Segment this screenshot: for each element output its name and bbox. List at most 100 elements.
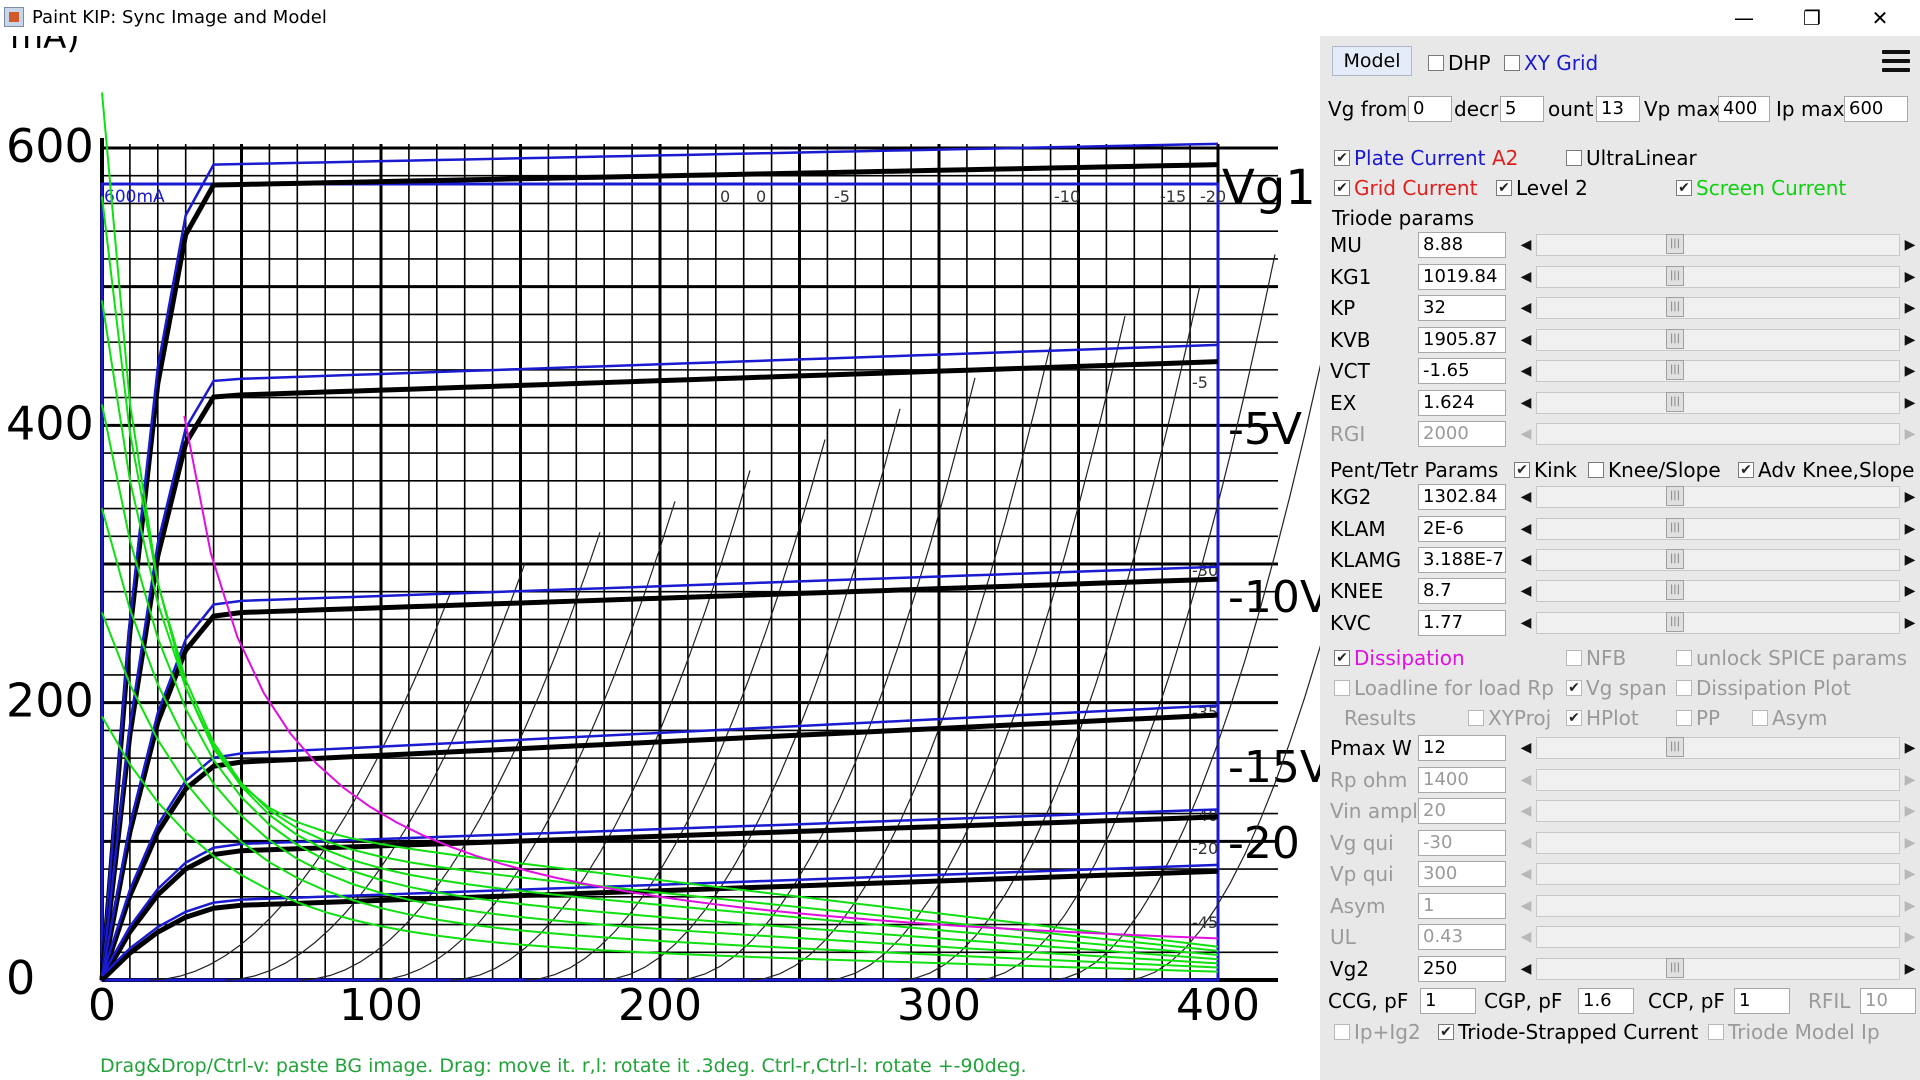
scroll-right-icon[interactable]: ▶ — [1900, 580, 1920, 602]
xy-grid-checkbox[interactable] — [1504, 55, 1520, 71]
ccp-input[interactable]: 1 — [1734, 988, 1790, 1014]
param-kvb-slider[interactable]: ◀ ▶ ||| — [1516, 327, 1920, 353]
param-kp-field[interactable]: 32 — [1418, 295, 1506, 321]
param-vct-field[interactable]: -1.65 — [1418, 358, 1506, 384]
triode-model-ip-checkbox[interactable] — [1708, 1024, 1724, 1040]
triode-strapped-current-checkbox[interactable]: ✔ — [1438, 1024, 1454, 1040]
scroll-left-icon[interactable]: ◀ — [1516, 518, 1536, 540]
grid-current-checkbox[interactable]: ✔ — [1334, 180, 1350, 196]
scroll-right-icon[interactable]: ▶ — [1900, 297, 1920, 319]
scroll-left-icon[interactable]: ◀ — [1516, 392, 1536, 414]
scroll-right-icon[interactable]: ▶ — [1900, 737, 1920, 759]
maximize-button[interactable]: ❐ — [1780, 0, 1844, 36]
param-klam-field[interactable]: 2E-6 — [1418, 516, 1506, 542]
dhp-checkbox[interactable] — [1428, 55, 1444, 71]
slider-thumb[interactable]: ||| — [1666, 518, 1684, 538]
scroll-left-icon[interactable]: ◀ — [1516, 486, 1536, 508]
kink-checkbox[interactable]: ✔ — [1514, 462, 1530, 478]
slider-thumb[interactable]: ||| — [1666, 266, 1684, 286]
scroll-right-icon[interactable]: ▶ — [1900, 518, 1920, 540]
pp-checkbox[interactable] — [1676, 710, 1692, 726]
param-mu-slider[interactable]: ◀ ▶ ||| — [1516, 232, 1920, 258]
scroll-right-icon[interactable]: ▶ — [1900, 958, 1920, 980]
param-kg1-field[interactable]: 1019.84 — [1418, 264, 1506, 290]
adv-knee-slope-checkbox[interactable]: ✔ — [1738, 462, 1754, 478]
scroll-right-icon[interactable]: ▶ — [1900, 612, 1920, 634]
vg-span-checkbox[interactable]: ✔ — [1566, 680, 1582, 696]
scroll-right-icon[interactable]: ▶ — [1900, 266, 1920, 288]
asym-checkbox[interactable] — [1752, 710, 1768, 726]
level-2-checkbox[interactable]: ✔ — [1496, 180, 1512, 196]
xyproj-checkbox[interactable] — [1468, 710, 1484, 726]
param-kg2-slider[interactable]: ◀ ▶ ||| — [1516, 484, 1920, 510]
slider-thumb[interactable]: ||| — [1666, 392, 1684, 412]
scroll-left-icon[interactable]: ◀ — [1516, 297, 1536, 319]
param-vg2-slider[interactable]: ◀ ▶ ||| — [1516, 956, 1920, 982]
param-klamg-field[interactable]: 3.188E-7 — [1418, 547, 1506, 573]
scroll-left-icon[interactable]: ◀ — [1516, 329, 1536, 351]
slider-thumb[interactable]: ||| — [1666, 360, 1684, 380]
slider-track[interactable] — [1536, 486, 1900, 508]
param-vct-slider[interactable]: ◀ ▶ ||| — [1516, 358, 1920, 384]
slider-track[interactable] — [1536, 612, 1900, 634]
loadline-checkbox[interactable] — [1334, 680, 1350, 696]
param-klam-slider[interactable]: ◀ ▶ ||| — [1516, 516, 1920, 542]
scroll-left-icon[interactable]: ◀ — [1516, 360, 1536, 382]
ip-max-input[interactable]: 600 — [1844, 96, 1908, 122]
param-kvc-slider[interactable]: ◀ ▶ ||| — [1516, 610, 1920, 636]
nfb-checkbox[interactable] — [1566, 650, 1582, 666]
knee-slope-checkbox[interactable] — [1588, 462, 1604, 478]
slider-thumb[interactable]: ||| — [1666, 486, 1684, 506]
param-ex-slider[interactable]: ◀ ▶ ||| — [1516, 390, 1920, 416]
slider-track[interactable] — [1536, 518, 1900, 540]
ip-ig2-checkbox[interactable] — [1334, 1024, 1350, 1040]
param-kvc-field[interactable]: 1.77 — [1418, 610, 1506, 636]
close-button[interactable]: ✕ — [1848, 0, 1912, 36]
param-vg2-field[interactable]: 250 — [1418, 956, 1506, 982]
screen-current-checkbox[interactable]: ✔ — [1676, 180, 1692, 196]
scroll-left-icon[interactable]: ◀ — [1516, 580, 1536, 602]
param-knee-slider[interactable]: ◀ ▶ ||| — [1516, 578, 1920, 604]
scroll-left-icon[interactable]: ◀ — [1516, 234, 1536, 256]
scroll-right-icon[interactable]: ▶ — [1900, 486, 1920, 508]
param-pmax-slider[interactable]: ◀ ▶ ||| — [1516, 735, 1920, 761]
scroll-left-icon[interactable]: ◀ — [1516, 612, 1536, 634]
minimize-button[interactable]: — — [1712, 0, 1776, 36]
model-button[interactable]: Model — [1332, 46, 1412, 76]
slider-track[interactable] — [1536, 234, 1900, 256]
scroll-left-icon[interactable]: ◀ — [1516, 266, 1536, 288]
dissipation-plot-checkbox[interactable] — [1676, 680, 1692, 696]
slider-track[interactable] — [1536, 297, 1900, 319]
scroll-left-icon[interactable]: ◀ — [1516, 737, 1536, 759]
scroll-left-icon[interactable]: ◀ — [1516, 549, 1536, 571]
slider-track[interactable] — [1536, 360, 1900, 382]
slider-thumb[interactable]: ||| — [1666, 234, 1684, 254]
slider-track[interactable] — [1536, 958, 1900, 980]
param-mu-field[interactable]: 8.88 — [1418, 232, 1506, 258]
vp-max-input[interactable]: 400 — [1718, 96, 1770, 122]
slider-track[interactable] — [1536, 580, 1900, 602]
param-klamg-slider[interactable]: ◀ ▶ ||| — [1516, 547, 1920, 573]
count-input[interactable]: 13 — [1596, 96, 1640, 122]
ccg-input[interactable]: 1 — [1420, 988, 1476, 1014]
slider-thumb[interactable]: ||| — [1666, 580, 1684, 600]
slider-thumb[interactable]: ||| — [1666, 549, 1684, 569]
cgp-input[interactable]: 1.6 — [1578, 988, 1634, 1014]
param-kp-slider[interactable]: ◀ ▶ ||| — [1516, 295, 1920, 321]
slider-thumb[interactable]: ||| — [1666, 958, 1684, 978]
hplot-checkbox[interactable]: ✔ — [1566, 710, 1582, 726]
slider-thumb[interactable]: ||| — [1666, 297, 1684, 317]
vg-from-input[interactable]: 0 — [1408, 96, 1452, 122]
ultralinear-checkbox[interactable] — [1566, 150, 1582, 166]
plate-current-checkbox[interactable]: ✔ — [1334, 150, 1350, 166]
scroll-right-icon[interactable]: ▶ — [1900, 360, 1920, 382]
decr-input[interactable]: 5 — [1500, 96, 1544, 122]
slider-thumb[interactable]: ||| — [1666, 612, 1684, 632]
param-kg1-slider[interactable]: ◀ ▶ ||| — [1516, 264, 1920, 290]
slider-track[interactable] — [1536, 549, 1900, 571]
scroll-right-icon[interactable]: ▶ — [1900, 329, 1920, 351]
dissipation-checkbox[interactable]: ✔ — [1334, 650, 1350, 666]
slider-track[interactable] — [1536, 392, 1900, 414]
scroll-right-icon[interactable]: ▶ — [1900, 549, 1920, 571]
param-knee-field[interactable]: 8.7 — [1418, 578, 1506, 604]
